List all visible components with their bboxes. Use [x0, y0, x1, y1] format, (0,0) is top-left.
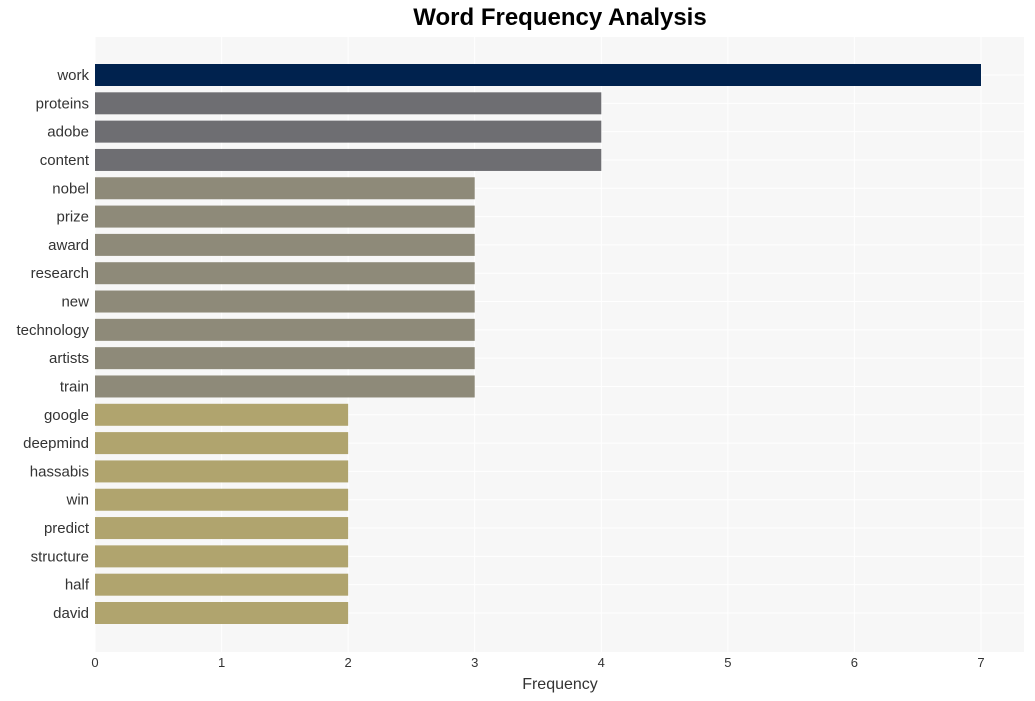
- y-tick-label: structure: [31, 548, 89, 565]
- x-tick-label: 6: [851, 655, 858, 670]
- bar-predict: [95, 517, 349, 540]
- x-tick-label: 0: [91, 655, 98, 670]
- y-tick-label: work: [56, 67, 89, 84]
- bar-win: [95, 488, 349, 511]
- bar-nobel: [95, 177, 475, 200]
- bar-half: [95, 573, 349, 596]
- y-tick-label: research: [31, 265, 89, 282]
- x-axis-label: Frequency: [522, 676, 598, 693]
- y-tick-label: award: [48, 237, 89, 254]
- bar-content: [95, 148, 602, 171]
- bar-google: [95, 403, 349, 426]
- bar-technology: [95, 318, 475, 341]
- x-tick-label: 2: [345, 655, 352, 670]
- bar-hassabis: [95, 460, 349, 483]
- y-tick-label: technology: [16, 322, 89, 339]
- y-tick-label: proteins: [36, 95, 89, 112]
- y-tick-label: new: [61, 294, 89, 311]
- y-tick-label: prize: [56, 209, 89, 226]
- bar-new: [95, 290, 475, 313]
- bar-artists: [95, 347, 475, 370]
- bar-research: [95, 262, 475, 285]
- x-tick-label: 3: [471, 655, 478, 670]
- y-tick-label: predict: [44, 520, 90, 537]
- y-tick-label: google: [44, 407, 89, 424]
- x-tick-label: 5: [724, 655, 731, 670]
- y-tick-label: nobel: [52, 180, 89, 197]
- bar-prize: [95, 205, 475, 228]
- y-tick-label: content: [40, 152, 90, 169]
- bar-award: [95, 233, 475, 256]
- bar-chart: work proteins adobe content nobel prize award r…: [16, 37, 1024, 693]
- bar-deepmind: [95, 432, 349, 455]
- y-tick-label: deepmind: [23, 435, 89, 452]
- bar-work: [95, 64, 981, 86]
- y-tick-label: train: [60, 378, 89, 395]
- bar-structure: [95, 545, 349, 568]
- bar-proteins: [95, 92, 602, 115]
- y-tick-label: win: [65, 492, 89, 509]
- bar-adobe: [95, 120, 602, 143]
- y-tick-label: adobe: [47, 124, 89, 141]
- x-tick-label: 7: [977, 655, 984, 670]
- bar-train: [95, 375, 475, 398]
- y-tick-label: half: [65, 577, 90, 594]
- y-tick-label: artists: [49, 350, 89, 367]
- bar-david: [95, 602, 349, 624]
- x-tick-label: 1: [218, 655, 225, 670]
- y-tick-label: david: [53, 605, 89, 622]
- y-tick-label: hassabis: [30, 463, 89, 480]
- x-tick-label: 4: [598, 655, 605, 670]
